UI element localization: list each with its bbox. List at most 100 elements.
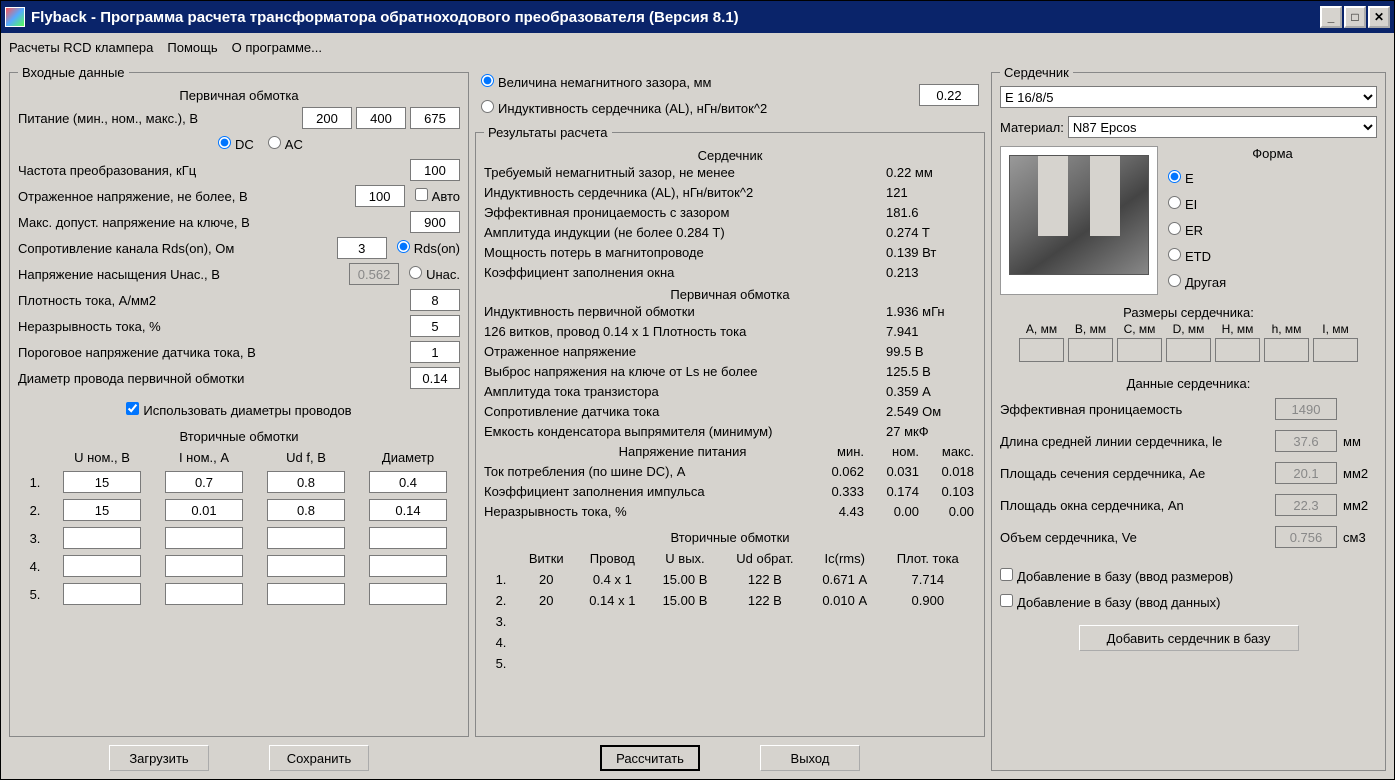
sec-d-3[interactable] — [369, 527, 447, 549]
core-legend: Сердечник — [1000, 65, 1073, 80]
shape-Другая-radio[interactable]: Другая — [1168, 274, 1226, 290]
usat-input — [349, 263, 399, 285]
table-row: 2.200.14 x 115.00 В122 В0.010 А0.900 — [486, 591, 974, 610]
titlebar: Flyback - Программа расчета трансформато… — [1, 1, 1394, 33]
calculate-button[interactable]: Рассчитать — [600, 745, 700, 771]
input-data-group: Входные данные Первичная обмотка Питание… — [9, 65, 469, 737]
vrefl-label: Отраженное напряжение, не более, В — [18, 189, 351, 204]
al-radio[interactable]: Индуктивность сердечника (AL), нГн/виток… — [481, 100, 767, 116]
dim-1-input — [1068, 338, 1113, 362]
sec-u-5[interactable] — [63, 583, 141, 605]
usat-label: Напряжение насыщения Uнас., В — [18, 267, 345, 282]
add-dims-checkbox[interactable]: Добавление в базу (ввод размеров) — [1000, 568, 1233, 584]
core-param-4 — [1275, 526, 1337, 548]
sec-d-1[interactable] — [369, 471, 447, 493]
primary-winding-title: Первичная обмотка — [18, 88, 460, 103]
core-param-1 — [1275, 430, 1337, 452]
auto-checkbox[interactable]: Авто — [415, 188, 460, 204]
freq-input[interactable] — [410, 159, 460, 181]
rds-radio[interactable]: Rds(on) — [397, 240, 460, 256]
close-button[interactable]: ✕ — [1368, 6, 1390, 28]
freq-label: Частота преобразования, кГц — [18, 163, 406, 178]
dim-2-input — [1117, 338, 1162, 362]
results-legend: Результаты расчета — [484, 125, 612, 140]
gap-radio[interactable]: Величина немагнитного зазора, мм — [481, 74, 711, 90]
results-prim-hdr: Первичная обмотка — [484, 287, 976, 302]
supply-nom-input[interactable] — [356, 107, 406, 129]
minimize-button[interactable]: _ — [1320, 6, 1342, 28]
rds-label: Сопротивление канала Rds(on), Ом — [18, 241, 333, 256]
supply-min-input[interactable] — [302, 107, 352, 129]
core-param-2 — [1275, 462, 1337, 484]
sec-i-5[interactable] — [165, 583, 243, 605]
vrefl-input[interactable] — [355, 185, 405, 207]
load-button[interactable]: Загрузить — [109, 745, 209, 771]
app-window: Flyback - Программа расчета трансформато… — [0, 0, 1395, 780]
sec-d-2[interactable] — [369, 499, 447, 521]
results-sec-table: Витки Провод U вых. Ud обрат. Ic(rms) Пл… — [484, 547, 976, 675]
usat-radio[interactable]: Uнас. — [409, 266, 460, 282]
secondary-inputs-table: U ном., В I ном., А Ud f, В Диаметр 1. 2… — [18, 446, 460, 609]
j-label: Плотность тока, А/мм2 — [18, 293, 406, 308]
sec-ud-4[interactable] — [267, 555, 345, 577]
sec-ud-3[interactable] — [267, 527, 345, 549]
ac-radio[interactable]: AC — [268, 136, 303, 152]
menu-help[interactable]: Помощь — [167, 40, 217, 55]
vth-input[interactable] — [410, 341, 460, 363]
shape-E-radio[interactable]: E — [1168, 170, 1194, 186]
menu-rcd[interactable]: Расчеты RCD клампера — [9, 40, 153, 55]
j-input[interactable] — [410, 289, 460, 311]
menu-about[interactable]: О программе... — [232, 40, 322, 55]
sec-u-2[interactable] — [63, 499, 141, 521]
gap-value-input[interactable] — [919, 84, 979, 106]
sec-d-4[interactable] — [369, 555, 447, 577]
sec-u-4[interactable] — [63, 555, 141, 577]
dc-radio[interactable]: DC — [218, 136, 254, 152]
shape-label: Форма — [1168, 146, 1377, 161]
secondary-windings-title: Вторичные обмотки — [18, 429, 460, 444]
core-image — [1009, 155, 1149, 275]
table-row: 4. — [486, 633, 974, 652]
material-label: Материал: — [1000, 120, 1064, 135]
sec-ud-5[interactable] — [267, 583, 345, 605]
table-row: 1.200.4 x 115.00 В122 В0.671 А7.714 — [486, 570, 974, 589]
dwire-input[interactable] — [410, 367, 460, 389]
add-data-checkbox[interactable]: Добавление в базу (ввод данных) — [1000, 594, 1220, 610]
window-title: Flyback - Программа расчета трансформато… — [31, 9, 1320, 26]
sec-i-2[interactable] — [165, 499, 243, 521]
vsw-input[interactable] — [410, 211, 460, 233]
supply-max-input[interactable] — [410, 107, 460, 129]
dim-6-input — [1313, 338, 1358, 362]
add-core-button[interactable]: Добавить сердечник в базу — [1079, 625, 1299, 651]
sec-i-4[interactable] — [165, 555, 243, 577]
sec-i-3[interactable] — [165, 527, 243, 549]
sec-u-3[interactable] — [63, 527, 141, 549]
vth-label: Пороговое напряжение датчика тока, В — [18, 345, 406, 360]
menubar: Расчеты RCD клампера Помощь О программе.… — [1, 33, 1394, 61]
use-diameters-checkbox[interactable]: Использовать диаметры проводов — [126, 402, 351, 418]
data-title: Данные сердечника: — [1000, 376, 1377, 391]
results-sec-hdr: Вторичные обмотки — [484, 530, 976, 545]
dim-4-input — [1215, 338, 1260, 362]
dim-3-input — [1166, 338, 1211, 362]
sec-u-1[interactable] — [63, 471, 141, 493]
sec-d-5[interactable] — [369, 583, 447, 605]
results-group: Результаты расчета Сердечник Требуемый н… — [475, 125, 985, 737]
shape-EI-radio[interactable]: EI — [1168, 196, 1197, 212]
exit-button[interactable]: Выход — [760, 745, 860, 771]
shape-ETD-radio[interactable]: ETD — [1168, 248, 1211, 264]
cont-input[interactable] — [410, 315, 460, 337]
shape-ER-radio[interactable]: ER — [1168, 222, 1203, 238]
sec-i-1[interactable] — [165, 471, 243, 493]
material-select[interactable]: N87 Epcos — [1068, 116, 1377, 138]
sec-ud-1[interactable] — [267, 471, 345, 493]
maximize-button[interactable]: □ — [1344, 6, 1366, 28]
supply-label: Питание (мин., ном., макс.), В — [18, 111, 298, 126]
dim-0-input — [1019, 338, 1064, 362]
core-type-select[interactable]: E 16/8/5 — [1000, 86, 1377, 108]
table-row: 3. — [486, 612, 974, 631]
dwire-label: Диаметр провода первичной обмотки — [18, 371, 406, 386]
save-button[interactable]: Сохранить — [269, 745, 369, 771]
rds-input[interactable] — [337, 237, 387, 259]
sec-ud-2[interactable] — [267, 499, 345, 521]
